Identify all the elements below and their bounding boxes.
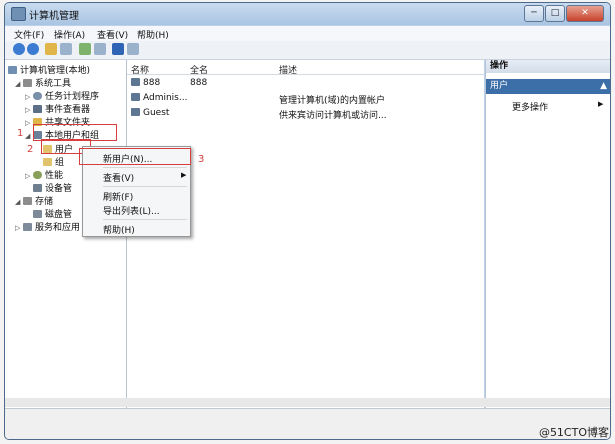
- tree-device-manager[interactable]: 设备管: [33, 181, 72, 194]
- services-icon: [23, 223, 32, 231]
- user-icon: [131, 93, 140, 101]
- menu-file[interactable]: 文件(F): [14, 28, 44, 41]
- title-bar[interactable]: 计算机管理 ─ □ ✕: [5, 3, 610, 25]
- menu-item-help[interactable]: 帮助(H): [103, 223, 135, 236]
- list-cell-description: 管理计算机(域)的内置帐户: [279, 96, 386, 106]
- annotation-box-3: [79, 148, 191, 165]
- user-icon: [131, 108, 140, 116]
- actions-pane: 操作 用户 ▲ 更多操作 ▶: [485, 60, 610, 408]
- expand-arrow-icon[interactable]: ▷: [25, 93, 33, 101]
- tree-disk-management[interactable]: 磁盘管: [33, 207, 72, 220]
- refresh-icon[interactable]: [79, 43, 91, 55]
- window-title: 计算机管理: [29, 11, 79, 22]
- clock-icon: [33, 92, 42, 100]
- collapse-arrow-icon[interactable]: ◢: [15, 80, 23, 88]
- menu-view[interactable]: 查看(V): [97, 28, 128, 41]
- computer-management-window: 计算机管理 ─ □ ✕ 文件(F) 操作(A) 查看(V) 帮助(H) 计算机管…: [4, 2, 611, 440]
- menu-item-view[interactable]: 查看(V): [103, 171, 134, 184]
- collapse-arrow-icon[interactable]: ▲: [600, 79, 607, 94]
- menu-item-export-list[interactable]: 导出列表(L)...: [103, 204, 160, 217]
- menu-item-refresh[interactable]: 刷新(F): [103, 190, 133, 203]
- annotation-label-1: 1: [17, 128, 24, 139]
- tree-groups[interactable]: 组: [43, 155, 64, 168]
- user-icon: [131, 78, 140, 86]
- tree-task-scheduler[interactable]: ▷ 任务计划程序: [25, 89, 99, 102]
- submenu-arrow-icon: ▶: [181, 171, 187, 179]
- show-hide-tree-icon[interactable]: [60, 43, 72, 55]
- properties-icon[interactable]: [127, 43, 139, 55]
- menu-help[interactable]: 帮助(H): [137, 28, 169, 41]
- list-row[interactable]: 888: [131, 78, 160, 88]
- performance-icon: [33, 171, 42, 179]
- menu-bar: 文件(F) 操作(A) 查看(V) 帮助(H): [5, 26, 610, 41]
- actions-section-users[interactable]: 用户 ▲: [486, 79, 610, 94]
- minimize-button[interactable]: ─: [524, 5, 544, 22]
- menu-action[interactable]: 操作(A): [54, 28, 85, 41]
- tree-services-apps[interactable]: ▷ 服务和应用: [15, 220, 80, 233]
- export-list-icon[interactable]: [94, 43, 106, 55]
- storage-icon: [23, 197, 32, 205]
- computer-management-icon: [11, 7, 26, 21]
- disk-icon: [33, 210, 42, 218]
- header-divider: [127, 74, 484, 75]
- submenu-arrow-icon: ▶: [598, 100, 604, 108]
- collapse-arrow-icon[interactable]: ◢: [15, 198, 23, 206]
- device-manager-icon: [33, 184, 42, 192]
- expand-arrow-icon[interactable]: ▷: [25, 119, 33, 127]
- collapse-arrow-icon[interactable]: ◢: [25, 132, 33, 140]
- folder-icon: [43, 158, 52, 166]
- toolbar: [5, 41, 610, 60]
- list-row[interactable]: Adminis...: [131, 93, 187, 103]
- back-arrow-icon[interactable]: [13, 43, 25, 55]
- maximize-button[interactable]: □: [545, 5, 565, 22]
- tree-performance[interactable]: ▷ 性能: [25, 168, 63, 181]
- list-cell-description: 供来宾访问计算机或访问...: [279, 111, 387, 121]
- more-actions-link[interactable]: 更多操作: [512, 100, 548, 113]
- menu-separator: [103, 219, 187, 220]
- actions-header: 操作: [486, 60, 610, 73]
- help-icon[interactable]: [112, 43, 124, 55]
- tree-system-tools[interactable]: ◢ 系统工具: [15, 76, 71, 89]
- horizontal-scrollbar[interactable]: [5, 398, 610, 407]
- event-viewer-icon: [33, 105, 42, 113]
- tree-storage[interactable]: ◢ 存储: [15, 194, 53, 207]
- tree-root[interactable]: 计算机管理(本地): [8, 63, 90, 76]
- expand-arrow-icon[interactable]: ▷: [25, 106, 33, 114]
- forward-arrow-icon[interactable]: [27, 43, 39, 55]
- menu-separator: [103, 186, 187, 187]
- tools-icon: [23, 79, 32, 87]
- annotation-label-3: 3: [198, 154, 205, 165]
- expand-arrow-icon[interactable]: ▷: [15, 224, 23, 232]
- computer-icon: [8, 66, 17, 74]
- list-row[interactable]: Guest: [131, 108, 169, 118]
- tree-event-viewer[interactable]: ▷ 事件查看器: [25, 102, 90, 115]
- status-bar: [5, 408, 610, 439]
- expand-arrow-icon[interactable]: ▷: [25, 172, 33, 180]
- up-folder-icon[interactable]: [45, 43, 57, 55]
- watermark: @51CTO博客: [538, 426, 609, 439]
- list-cell-fullname: 888: [190, 78, 208, 88]
- menu-separator: [103, 167, 187, 168]
- close-button[interactable]: ✕: [566, 5, 604, 22]
- annotation-label-2: 2: [27, 144, 34, 155]
